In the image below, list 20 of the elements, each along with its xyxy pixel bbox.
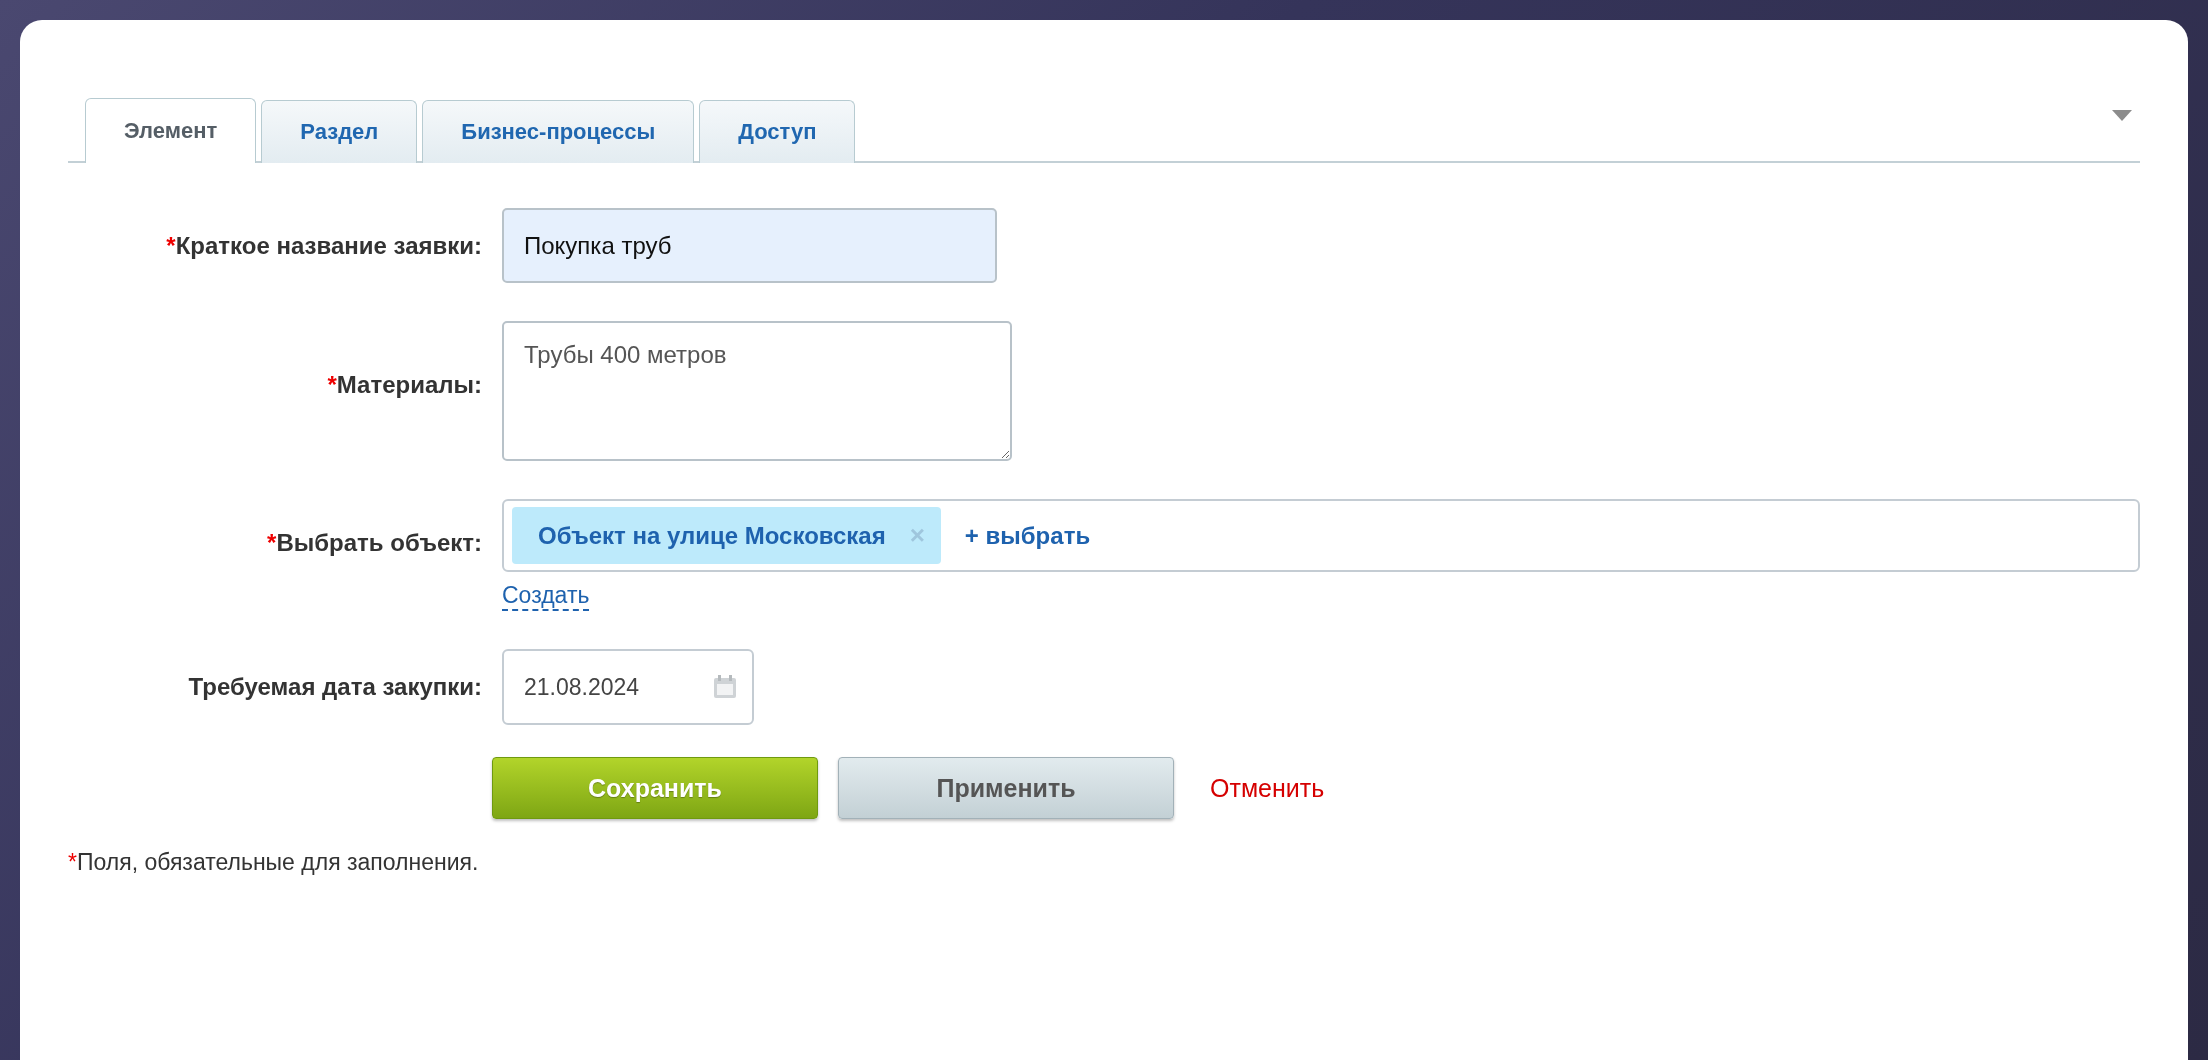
- field-label: *Краткое название заявки:: [165, 231, 482, 260]
- tab[interactable]: Раздел: [261, 100, 418, 163]
- create-link[interactable]: Создать: [502, 582, 590, 611]
- tab[interactable]: Элемент: [85, 98, 257, 163]
- input-field[interactable]: Покупка труб: [502, 208, 997, 283]
- field-label: *Выбрать объект:: [266, 528, 482, 557]
- apply-button[interactable]: Применить: [838, 757, 1174, 819]
- field-label: *Материалы:: [326, 370, 482, 399]
- calendar-icon[interactable]: [712, 674, 738, 700]
- select-link[interactable]: + выбрать: [964, 521, 1091, 550]
- required-fields-note: *Поля, обязательные для заполнения.: [68, 849, 480, 876]
- cancel-link[interactable]: Отменить: [1200, 773, 1335, 803]
- field-label: Требуемая дата закупки:: [187, 673, 482, 701]
- date-field[interactable]: 21.08.2024: [502, 649, 754, 725]
- tag-label: Объект на улице Московская: [538, 521, 886, 550]
- tab[interactable]: Бизнес-процессы: [422, 100, 695, 163]
- object-picker-field[interactable]: Объект на улице Московская × + выбрать: [502, 499, 2140, 572]
- tab[interactable]: Доступ: [699, 100, 856, 163]
- caret-icon[interactable]: [2112, 110, 2132, 122]
- textarea-field[interactable]: Трубы 400 метров: [502, 321, 1012, 461]
